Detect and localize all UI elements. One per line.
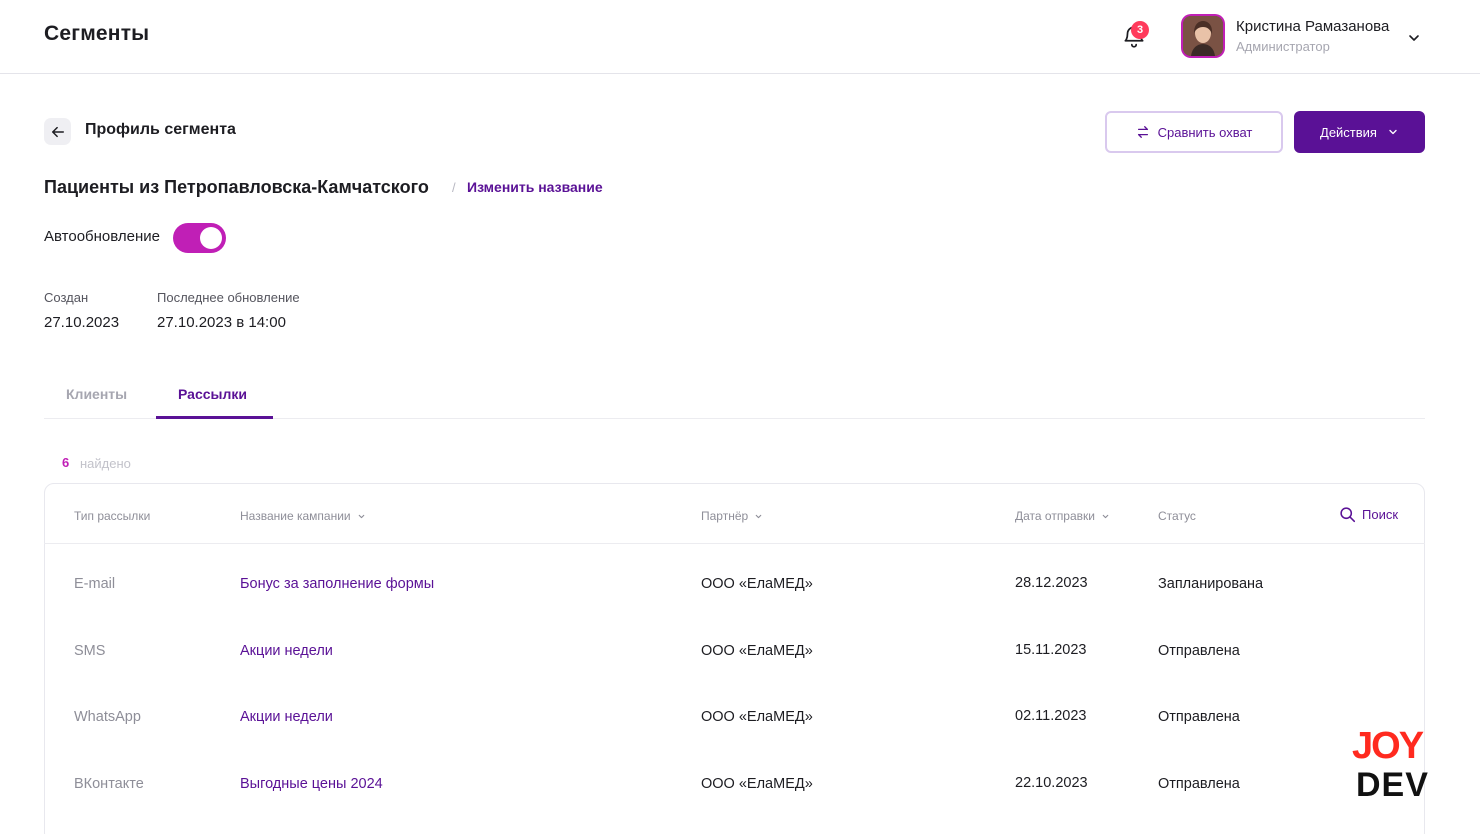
arrow-left-icon [51, 126, 64, 137]
compare-reach-label: Сравнить охват [1157, 124, 1253, 140]
cell-type: WhatsApp [74, 709, 141, 725]
tab-mailings[interactable]: Рассылки [178, 386, 247, 402]
title-separator: / [452, 180, 456, 195]
search-label: Поиск [1362, 507, 1399, 522]
cell-date: 02.11.2023 [1015, 708, 1087, 724]
actions-label: Действия [1320, 124, 1377, 140]
cell-campaign-link[interactable]: Выгодные цены 2024 [240, 776, 383, 792]
column-header-date-label: Дата отправки [1015, 509, 1095, 523]
cell-campaign-link[interactable]: Акции недели [240, 643, 333, 659]
back-button[interactable] [44, 118, 71, 145]
column-header-type-label: Тип рассылки [74, 509, 151, 523]
search-icon [1340, 507, 1356, 523]
auto-update-label: Автообновление [44, 228, 160, 245]
auto-update-toggle[interactable] [173, 223, 226, 253]
created-label: Создан [44, 290, 89, 305]
active-tab-indicator [156, 416, 273, 419]
cell-campaign-link[interactable]: Бонус за заполнение формы [240, 576, 434, 592]
cell-type: ВКонтакте [74, 776, 144, 792]
actions-button[interactable]: Действия [1294, 111, 1425, 153]
svg-text:DEV: DEV [1356, 766, 1429, 800]
svg-text:JOY: JOY [1352, 725, 1424, 767]
joydev-logo: JOY DEV [1352, 725, 1429, 800]
table-header-divider [44, 543, 1425, 544]
cell-status: Отправлена [1158, 709, 1240, 725]
cell-date: 28.12.2023 [1015, 575, 1088, 591]
sort-chevron-icon [1102, 514, 1109, 518]
user-name: Кристина Рамазанова [1236, 18, 1390, 35]
sort-chevron-icon [755, 514, 762, 518]
cell-type: E-mail [74, 576, 116, 592]
column-header-status: Статус [1158, 509, 1196, 523]
rename-link[interactable]: Изменить название [467, 179, 603, 195]
cell-status: Отправлена [1158, 776, 1240, 792]
avatar[interactable] [1181, 14, 1225, 58]
cell-partner: ООО «ЕлаМЕД» [701, 776, 813, 792]
cell-status: Запланирована [1158, 576, 1264, 592]
column-header-type: Тип рассылки [74, 509, 150, 523]
results-count: 6 [62, 455, 70, 470]
notification-badge: 3 [1131, 21, 1149, 39]
created-value: 27.10.2023 [44, 314, 120, 331]
cell-campaign-link[interactable]: Акции недели [240, 709, 333, 725]
swap-icon [1137, 126, 1148, 138]
column-header-date[interactable]: Дата отправки [1015, 509, 1110, 523]
column-header-partner-label: Партнёр [701, 509, 749, 523]
app-title: Сегменты [44, 22, 150, 45]
cell-partner: ООО «ЕлаМЕД» [701, 709, 813, 725]
tab-clients[interactable]: Клиенты [66, 386, 127, 402]
segment-name: Пациенты из Петропавловска-Камчатского [44, 177, 429, 197]
chevron-down-icon [1389, 129, 1397, 135]
page-title: Профиль сегмента [85, 121, 236, 138]
column-header-partner[interactable]: Партнёр [701, 509, 763, 523]
last-update-label: Последнее обновление [157, 290, 300, 305]
column-header-campaign-label: Название кампании [240, 509, 351, 523]
chevron-down-icon[interactable] [1406, 30, 1422, 46]
cell-date: 15.11.2023 [1015, 642, 1087, 658]
last-update-value: 27.10.2023 в 14:00 [157, 314, 286, 331]
cell-partner: ООО «ЕлаМЕД» [701, 643, 813, 659]
top-bar: Сегменты 3 Кристина Рамазанова Администр… [0, 0, 1480, 74]
results-label: найдено [80, 456, 131, 471]
cell-partner: ООО «ЕлаМЕД» [701, 576, 813, 592]
table-search-button[interactable]: Поиск [1339, 506, 1398, 523]
cell-date: 22.10.2023 [1015, 775, 1088, 791]
sort-chevron-icon [358, 514, 364, 518]
cell-status: Отправлена [1158, 643, 1240, 659]
toggle-knob [200, 227, 222, 249]
compare-reach-button[interactable]: Сравнить охват [1105, 111, 1283, 153]
avatar-portrait-icon [1183, 16, 1223, 56]
cell-type: SMS [74, 643, 106, 659]
column-header-status-label: Статус [1158, 509, 1196, 523]
column-header-campaign[interactable]: Название кампании [240, 509, 366, 523]
user-role: Администратор [1236, 39, 1330, 54]
